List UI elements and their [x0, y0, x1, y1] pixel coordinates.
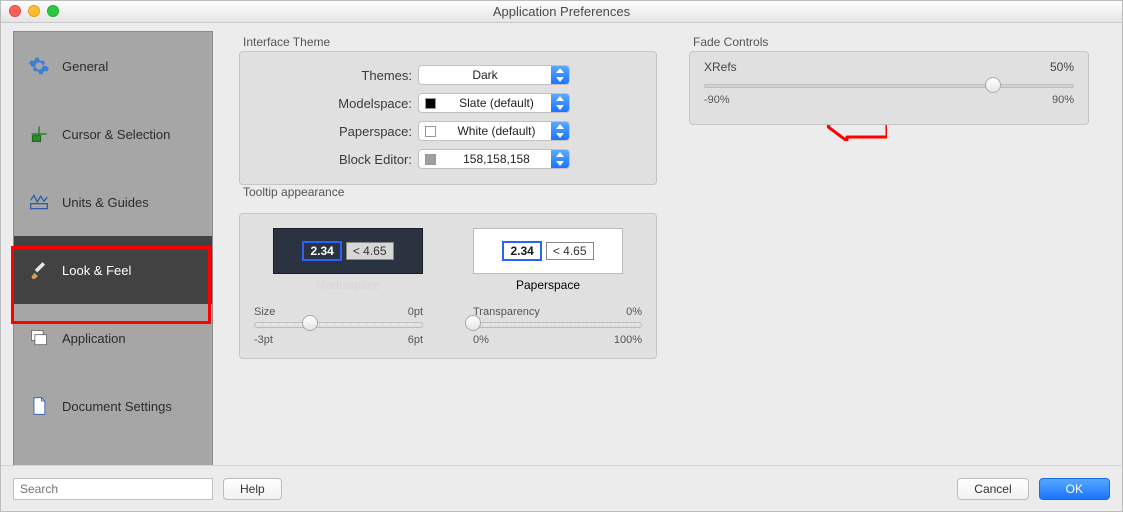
- themes-label: Themes:: [252, 68, 412, 83]
- sidebar-item-general[interactable]: General: [14, 32, 212, 100]
- window-title: Application Preferences: [1, 1, 1122, 23]
- cursor-icon: [28, 123, 50, 145]
- minimize-window-button[interactable]: [28, 5, 40, 17]
- stepper-icon: [551, 122, 569, 140]
- xrefs-value: 50%: [1050, 60, 1074, 74]
- search-input[interactable]: [13, 478, 213, 500]
- titlebar: Application Preferences: [1, 1, 1122, 23]
- paperspace-popup[interactable]: White (default): [418, 121, 570, 141]
- transparency-value: 0%: [626, 306, 642, 318]
- traffic-lights: [9, 5, 59, 17]
- interface-theme-panel: Themes: Dark Modelspace: Slate (default): [239, 51, 657, 185]
- footer: Help Cancel OK: [1, 465, 1122, 511]
- paperspace-label: Paperspace:: [252, 124, 412, 139]
- themes-popup[interactable]: Dark: [418, 65, 570, 85]
- xrefs-max: 90%: [1052, 94, 1074, 106]
- document-icon: [28, 395, 50, 417]
- size-min: -3pt: [254, 334, 273, 346]
- xrefs-slider[interactable]: [704, 84, 1074, 88]
- tooltip-sample-primary: 2.34: [502, 241, 541, 261]
- sidebar-item-document-settings[interactable]: Document Settings: [14, 372, 212, 440]
- tooltip-sample-secondary: < 4.65: [346, 242, 394, 260]
- fade-controls-panel: XRefs 50% -90% 90%: [689, 51, 1089, 125]
- help-button[interactable]: Help: [223, 478, 282, 500]
- sidebar-item-label: Look & Feel: [62, 263, 131, 278]
- xrefs-min: -90%: [704, 94, 730, 106]
- block-editor-label: Block Editor:: [252, 152, 412, 167]
- size-max: 6pt: [408, 334, 423, 346]
- tooltip-sample-primary: 2.34: [302, 241, 341, 261]
- tooltip-preview-modelspace[interactable]: 2.34 < 4.65 Modelspace: [273, 228, 423, 292]
- sidebar-item-label: Units & Guides: [62, 195, 149, 210]
- sidebar-item-label: Cursor & Selection: [62, 127, 170, 142]
- cancel-button[interactable]: Cancel: [957, 478, 1028, 500]
- size-value: 0pt: [408, 306, 423, 318]
- stepper-icon: [551, 94, 569, 112]
- paintbrush-icon: [28, 259, 50, 281]
- tooltip-transparency-slider[interactable]: [473, 322, 642, 328]
- interface-theme-label: Interface Theme: [243, 35, 657, 49]
- color-swatch: [425, 126, 436, 137]
- tooltip-caption: Modelspace: [273, 278, 423, 292]
- gear-icon: [28, 55, 50, 77]
- transparency-min: 0%: [473, 334, 489, 346]
- ok-button[interactable]: OK: [1039, 478, 1110, 500]
- fade-controls-label: Fade Controls: [693, 35, 1089, 49]
- stepper-icon: [551, 66, 569, 84]
- slider-thumb[interactable]: [985, 77, 1001, 93]
- color-swatch: [425, 154, 436, 165]
- sidebar-item-look-feel[interactable]: Look & Feel: [14, 236, 212, 304]
- preferences-window: Application Preferences General Cursor &…: [0, 0, 1123, 512]
- tooltip-preview-paperspace[interactable]: 2.34 < 4.65 Paperspace: [473, 228, 623, 292]
- transparency-label: Transparency: [473, 306, 540, 318]
- slider-thumb[interactable]: [465, 315, 481, 331]
- block-editor-popup[interactable]: 158,158,158: [418, 149, 570, 169]
- xrefs-label: XRefs: [704, 60, 737, 74]
- tooltip-appearance-panel: 2.34 < 4.65 Modelspace 2.34 < 4.65 Paper…: [239, 213, 657, 359]
- tooltip-size-slider[interactable]: [254, 322, 423, 328]
- sidebar-item-units-guides[interactable]: Units & Guides: [14, 168, 212, 236]
- windows-icon: [28, 327, 50, 349]
- close-window-button[interactable]: [9, 5, 21, 17]
- slider-thumb[interactable]: [302, 315, 318, 331]
- content-area: Interface Theme Themes: Dark Modelspace:: [239, 31, 1110, 465]
- sidebar-item-label: Application: [62, 331, 126, 346]
- sidebar-item-cursor-selection[interactable]: Cursor & Selection: [14, 100, 212, 168]
- transparency-max: 100%: [614, 334, 642, 346]
- tooltip-caption: Paperspace: [473, 278, 623, 292]
- tooltip-appearance-label: Tooltip appearance: [243, 185, 657, 199]
- sidebar-item-label: General: [62, 59, 108, 74]
- sidebar-item-label: Document Settings: [62, 399, 172, 414]
- modelspace-popup[interactable]: Slate (default): [418, 93, 570, 113]
- ruler-icon: [28, 191, 50, 213]
- tooltip-sample-secondary: < 4.65: [546, 242, 594, 260]
- sidebar: General Cursor & Selection Units & Guide…: [13, 31, 213, 466]
- sidebar-item-application[interactable]: Application: [14, 304, 212, 372]
- zoom-window-button[interactable]: [47, 5, 59, 17]
- color-swatch: [425, 98, 436, 109]
- stepper-icon: [551, 150, 569, 168]
- modelspace-label: Modelspace:: [252, 96, 412, 111]
- size-label: Size: [254, 306, 275, 318]
